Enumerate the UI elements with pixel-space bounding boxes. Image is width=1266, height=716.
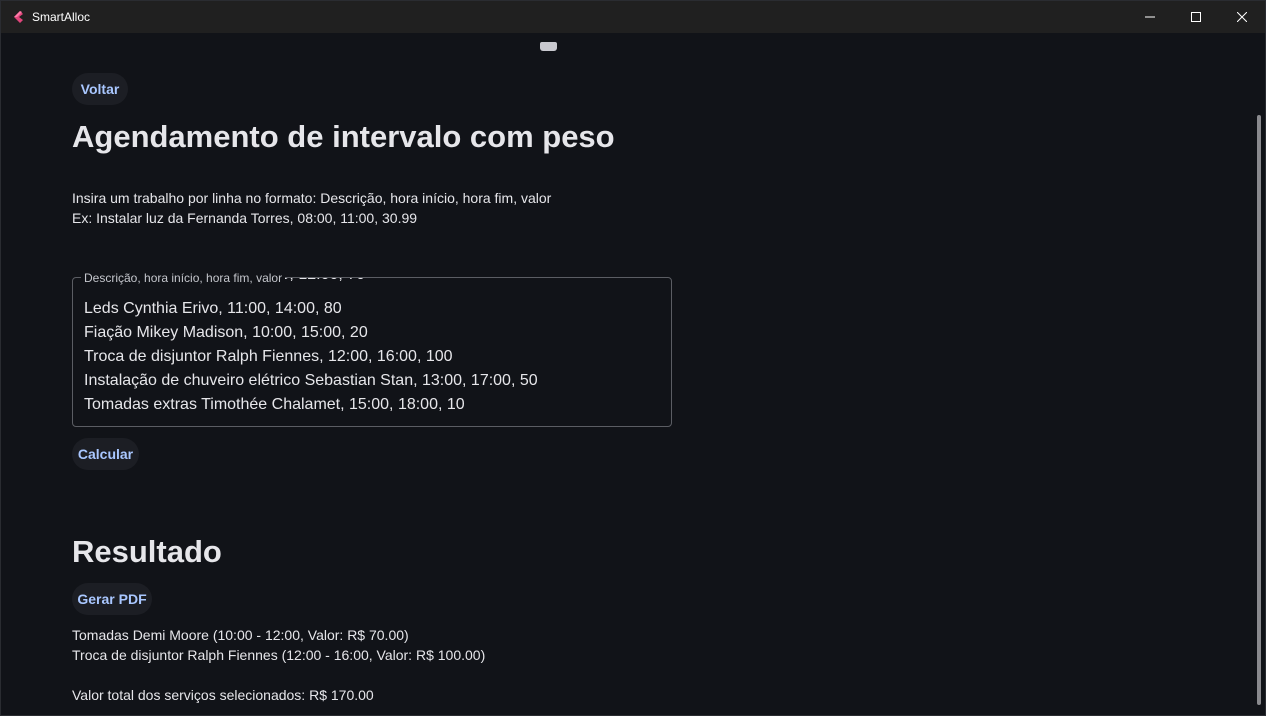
back-button[interactable]: Voltar	[72, 73, 128, 105]
close-button[interactable]	[1219, 1, 1265, 33]
result-total: Valor total dos serviços selecionados: R…	[72, 687, 374, 703]
result-title: Resultado	[72, 534, 222, 569]
page-title: Agendamento de intervalo com peso	[72, 119, 615, 154]
generate-pdf-button[interactable]: Gerar PDF	[72, 583, 152, 615]
scrollbar-thumb[interactable]	[1257, 115, 1261, 705]
textarea-line: Troca de disjuntor Ralph Fiennes, 12:00,…	[84, 348, 453, 365]
instruction-format: Insira um trabalho por linha no formato:…	[72, 190, 552, 206]
title-bar[interactable]: SmartAlloc	[1, 1, 1265, 33]
textarea-line: Tomadas extras Timothée Chalamet, 15:00,…	[84, 396, 465, 413]
maximize-button[interactable]	[1173, 1, 1219, 33]
window-title: SmartAlloc	[32, 10, 91, 24]
result-item: Tomadas Demi Moore (10:00 - 12:00, Valor…	[72, 627, 409, 643]
textarea-lines: Leds Cynthia Erivo, 11:00, 14:00, 80 Fia…	[84, 297, 664, 417]
textarea-line: Instalação de chuveiro elétrico Sebastia…	[84, 372, 538, 389]
minimize-button[interactable]	[1127, 1, 1173, 33]
app-logo-icon	[14, 11, 23, 23]
instruction-example: Ex: Instalar luz da Fernanda Torres, 08:…	[72, 210, 418, 226]
close-icon	[1237, 12, 1247, 22]
calculate-button[interactable]: Calcular	[72, 438, 139, 470]
drag-handle-icon[interactable]	[540, 42, 557, 51]
app-window: SmartAlloc Voltar Agendamento de interva…	[0, 0, 1266, 716]
textarea-line: Fiação Mikey Madison, 10:00, 15:00, 20	[84, 324, 368, 341]
minimize-icon	[1145, 16, 1155, 18]
result-item: Troca de disjuntor Ralph Fiennes (12:00 …	[72, 647, 486, 663]
textarea-line: Leds Cynthia Erivo, 11:00, 14:00, 80	[84, 300, 342, 317]
textarea-label: Descrição, hora início, hora fim, valor	[81, 271, 286, 285]
maximize-icon	[1191, 12, 1201, 22]
jobs-textarea[interactable]: Tomadas Demi Moore, 10:00, 12:00, 70 Led…	[72, 277, 672, 427]
